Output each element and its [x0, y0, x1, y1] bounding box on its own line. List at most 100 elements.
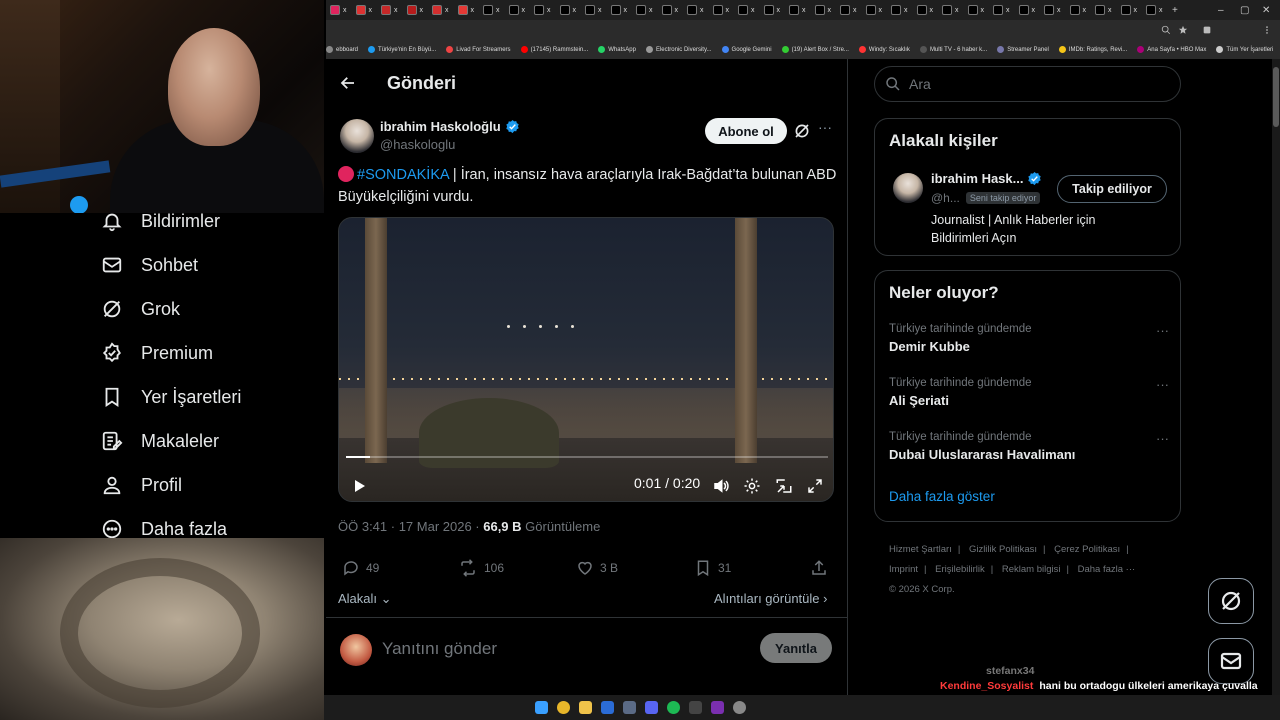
browser-tab[interactable]: x [352, 0, 378, 20]
nav-item-chat[interactable]: Sohbet [100, 250, 198, 280]
related-dropdown[interactable]: Alakalı ⌄ [338, 591, 392, 607]
tab-close-icon[interactable]: x [1083, 7, 1087, 14]
epic-games-icon[interactable] [689, 701, 702, 714]
app-icon[interactable] [711, 701, 724, 714]
author-handle[interactable]: @haskologlu [380, 137, 455, 152]
browser-tab[interactable]: x [428, 0, 454, 20]
related-user-name[interactable]: ibrahim Hask... [931, 171, 1042, 186]
following-button[interactable]: Takip ediliyor [1057, 175, 1167, 203]
reply-input[interactable] [382, 636, 742, 662]
steam-icon[interactable] [623, 701, 636, 714]
tab-close-icon[interactable]: x [496, 7, 500, 14]
play-button[interactable] [347, 474, 371, 498]
nav-item-articles[interactable]: Makaleler [100, 426, 219, 456]
browser-tab[interactable]: x [658, 0, 684, 20]
browser-tab[interactable]: x [760, 0, 786, 20]
tab-close-icon[interactable]: x [777, 7, 781, 14]
video-player[interactable]: 0:01 / 0:20 [338, 217, 834, 502]
hashtag-link[interactable]: #SONDAKİKA [357, 167, 449, 183]
bookmark-item[interactable]: Google Gemini [721, 46, 772, 53]
nav-item-bookmarks[interactable]: Yer İşaretleri [100, 382, 241, 412]
browser-tab[interactable]: x [785, 0, 811, 20]
browser-tab[interactable]: x [683, 0, 709, 20]
repost-action[interactable]: 106 [458, 559, 504, 577]
tab-close-icon[interactable]: x [802, 7, 806, 14]
footer-link-terms[interactable]: Hizmet Şartları [889, 544, 952, 555]
search-input[interactable] [909, 76, 1159, 92]
tab-close-icon[interactable]: x [904, 7, 908, 14]
extension-icon[interactable] [1202, 25, 1212, 35]
bookmark-item[interactable]: Multi TV - 6 haber k... [919, 46, 987, 53]
bookmark-item[interactable]: IMDb: Ratings, Revi... [1058, 46, 1127, 53]
tab-close-icon[interactable]: x [649, 7, 653, 14]
video-progress-bar[interactable] [346, 456, 828, 458]
tab-close-icon[interactable]: x [1057, 7, 1061, 14]
grok-floating-button[interactable] [1208, 578, 1254, 624]
tab-close-icon[interactable]: x [981, 7, 985, 14]
tab-close-icon[interactable]: x [828, 7, 832, 14]
tab-close-icon[interactable]: x [675, 7, 679, 14]
chrome-icon[interactable] [557, 701, 570, 714]
browser-tab[interactable]: x [938, 0, 964, 20]
tab-close-icon[interactable]: x [394, 7, 398, 14]
current-user-avatar[interactable] [340, 634, 372, 666]
browser-tab[interactable]: x [1117, 0, 1143, 20]
footer-link-ads-info[interactable]: Reklam bilgisi [1002, 564, 1061, 575]
tab-close-icon[interactable]: x [522, 7, 526, 14]
bookmark-item[interactable]: Türkiye'nin En Büyü... [368, 46, 436, 53]
scrollbar-thumb[interactable] [1273, 67, 1279, 127]
view-quotes-link[interactable]: Alıntıları görüntüle › [714, 591, 827, 606]
app-icon[interactable] [601, 701, 614, 714]
more-options-icon[interactable]: ··· [816, 119, 834, 137]
tab-close-icon[interactable]: x [1006, 7, 1010, 14]
browser-tab[interactable]: x [1040, 0, 1066, 20]
back-button[interactable] [336, 71, 360, 95]
related-user-avatar[interactable] [893, 173, 923, 203]
browser-tab[interactable]: x [454, 0, 480, 20]
trend-more-icon[interactable]: ··· [1156, 323, 1169, 338]
search-box[interactable] [874, 66, 1181, 102]
tab-close-icon[interactable]: x [1108, 7, 1112, 14]
bookmark-item[interactable]: ebboard [326, 46, 358, 53]
app-icon[interactable] [733, 701, 746, 714]
tab-close-icon[interactable]: x [751, 7, 755, 14]
tab-close-icon[interactable]: x [1134, 7, 1138, 14]
bookmark-item[interactable]: Tüm Yer İşaretleri [1216, 46, 1273, 53]
browser-search-icon[interactable] [1161, 25, 1171, 35]
browser-tab[interactable]: x [709, 0, 735, 20]
windows-start-icon[interactable] [535, 701, 548, 714]
tab-close-icon[interactable]: x [343, 7, 347, 14]
bookmark-item[interactable]: (19) Alert Box / Stre... [781, 46, 849, 53]
tab-close-icon[interactable]: x [879, 7, 883, 14]
tab-close-icon[interactable]: x [930, 7, 934, 14]
tab-close-icon[interactable]: x [573, 7, 577, 14]
browser-tab[interactable]: x [913, 0, 939, 20]
footer-link-more[interactable]: Daha fazla ··· [1078, 564, 1136, 575]
footer-link-cookies[interactable]: Çerez Politikası [1054, 544, 1120, 555]
bookmark-item[interactable]: (17145) Rammstein... [520, 46, 588, 53]
browser-tab[interactable]: x [1066, 0, 1092, 20]
browser-tab[interactable]: x [862, 0, 888, 20]
footer-link-imprint[interactable]: Imprint [889, 564, 918, 575]
tab-close-icon[interactable]: x [471, 7, 475, 14]
trend-item[interactable]: Türkiye tarihinde gündemde Ali Şeriati ·… [889, 377, 1169, 417]
tab-close-icon[interactable]: x [624, 7, 628, 14]
window-close-icon[interactable]: ✕ [1262, 0, 1270, 20]
spotify-icon[interactable] [667, 701, 680, 714]
bookmark-item[interactable]: WhatsApp [598, 46, 636, 53]
bookmark-item[interactable]: Electronic Diversity... [645, 46, 712, 53]
tab-close-icon[interactable]: x [1159, 7, 1163, 14]
bookmark-action[interactable]: 31 [694, 559, 731, 577]
grok-explain-icon[interactable] [793, 122, 811, 140]
footer-link-accessibility[interactable]: Erişilebilirlik [935, 564, 985, 575]
browser-tab[interactable]: x [1142, 0, 1168, 20]
author-name[interactable]: ibrahim Haskoloğlu [380, 119, 520, 134]
window-maximize-icon[interactable]: ▢ [1240, 0, 1249, 20]
tab-close-icon[interactable]: x [700, 7, 704, 14]
settings-button[interactable] [740, 474, 764, 498]
tab-close-icon[interactable]: x [369, 7, 373, 14]
tab-close-icon[interactable]: x [726, 7, 730, 14]
reply-button[interactable]: Yanıtla [760, 633, 832, 663]
browser-tab[interactable]: x [479, 0, 505, 20]
browser-tab[interactable]: x [887, 0, 913, 20]
